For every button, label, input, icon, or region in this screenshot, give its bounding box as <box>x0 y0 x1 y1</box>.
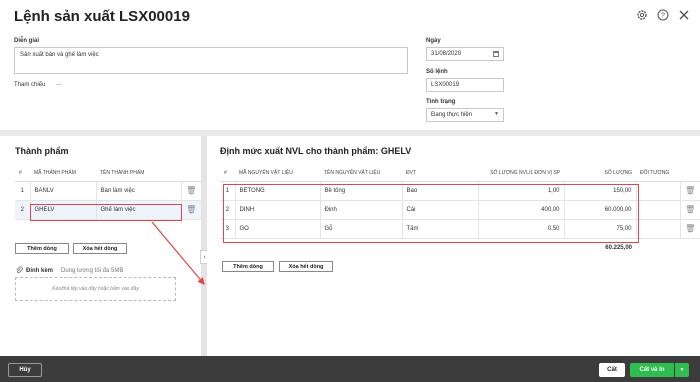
date-label: Ngày <box>426 38 441 44</box>
gear-icon[interactable] <box>635 8 648 21</box>
order-no-label: Số lệnh <box>426 69 448 75</box>
save-button[interactable]: Cất <box>599 363 625 377</box>
products-panel: Thành phẩm # MÃ THÀNH PHẨM TÊN THÀNH PHẨ… <box>0 136 201 356</box>
column-header: TÊN THÀNH PHẨM <box>96 166 181 182</box>
attach-hint: Dung lượng tối đa 5MB <box>61 268 124 274</box>
add-row-button[interactable]: Thêm dòng <box>15 243 69 254</box>
materials-title: Định mức xuất NVL cho thành phẩm: GHELV <box>220 146 412 156</box>
order-no-field[interactable]: LSX00019 <box>426 78 504 92</box>
trash-icon[interactable]: 🗑 <box>680 200 700 220</box>
description-field[interactable]: Sản xuất bàn và ghế làm việc <box>14 47 408 74</box>
materials-panel: Định mức xuất NVL cho thành phẩm: GHELV … <box>207 136 700 356</box>
status-value: Đang thực hiện <box>431 112 473 118</box>
column-header: MÃ NGUYÊN VẬT LIỆU <box>235 166 320 182</box>
column-header: ĐỐI TƯỢNG <box>636 166 680 182</box>
column-header: TÊN NGUYÊN VẬT LIỆU <box>320 166 402 182</box>
footer-bar <box>0 356 700 382</box>
column-header: SỐ LƯỢNG <box>564 166 636 182</box>
add-row-button[interactable]: Thêm dòng <box>222 261 274 272</box>
calendar-icon[interactable] <box>493 51 499 57</box>
column-header: MÃ THÀNH PHẨM <box>30 166 96 182</box>
file-drop-zone[interactable]: Kéo/thả tệp vào đây hoặc bấm vào đây <box>15 277 176 301</box>
reference-label: Tham chiếu <box>14 82 46 88</box>
attach-label[interactable]: Đính kèm <box>26 268 53 274</box>
target-cell[interactable] <box>636 181 681 201</box>
target-cell[interactable] <box>636 200 681 220</box>
date-field[interactable]: 31/08/2020 <box>426 47 504 61</box>
chevron-down-icon: ▼ <box>494 111 499 117</box>
chevron-down-icon[interactable]: ▼ <box>675 363 689 377</box>
paperclip-icon <box>15 266 23 276</box>
date-value: 31/08/2020 <box>431 51 462 57</box>
title-actions: ? <box>635 8 690 21</box>
cancel-button[interactable]: Hủy <box>8 363 42 377</box>
product-name[interactable]: Bàn làm việc <box>96 181 182 201</box>
save-print-button[interactable]: Cất và In <box>630 363 674 377</box>
trash-icon[interactable]: 🗑 <box>181 200 201 220</box>
column-header: # <box>220 166 235 182</box>
products-title: Thành phẩm <box>15 146 69 156</box>
column-header: # <box>15 166 30 182</box>
page-title: Lệnh sản xuất LSX00019 <box>14 8 190 25</box>
clear-rows-button[interactable]: Xóa hết dòng <box>279 261 333 272</box>
trash-icon[interactable]: 🗑 <box>680 181 700 201</box>
status-label: Tình trạng <box>426 99 456 105</box>
trash-icon[interactable]: 🗑 <box>181 181 201 201</box>
svg-text:?: ? <box>661 12 665 19</box>
row-index: 2 <box>15 200 31 220</box>
form-header: Lệnh sản xuất LSX00019 ? Diễn giải Sản x… <box>0 0 700 130</box>
row-index: 1 <box>15 181 31 201</box>
target-cell[interactable] <box>636 219 681 239</box>
materials-highlight <box>223 184 639 243</box>
status-select[interactable]: Đang thực hiện ▼ <box>426 108 504 122</box>
selected-product-highlight <box>30 204 182 221</box>
trash-icon[interactable]: 🗑 <box>680 219 700 239</box>
help-icon[interactable]: ? <box>656 8 669 21</box>
table-row[interactable]: 1 BANLV Bàn làm việc 🗑 <box>15 181 201 201</box>
column-header: SỐ LƯỢNG NVL/1 ĐƠN VỊ SP <box>478 166 564 182</box>
column-header: ĐVT <box>402 166 478 182</box>
close-icon[interactable] <box>677 8 690 21</box>
description-label: Diễn giải <box>14 38 40 44</box>
reference-link[interactable]: ... <box>56 80 62 87</box>
attachment-row: Đính kèm Dung lượng tối đa 5MB <box>15 266 123 276</box>
product-code[interactable]: BANLV <box>30 181 97 201</box>
clear-rows-button[interactable]: Xóa hết dòng <box>73 243 127 254</box>
